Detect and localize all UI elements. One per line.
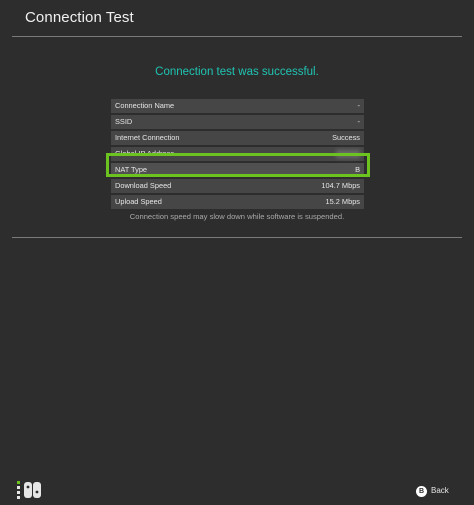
info-row-nat-type: NAT Type B <box>111 163 364 177</box>
info-row-internet-connection: Internet Connection Success <box>111 131 364 145</box>
page-title: Connection Test <box>25 9 134 26</box>
row-label: Download Speed <box>115 181 172 190</box>
joycon-controller-icon <box>17 480 43 500</box>
row-label: Global IP Address <box>115 149 175 158</box>
row-label: Upload Speed <box>115 197 162 206</box>
row-label: Connection Name <box>115 101 175 110</box>
back-button[interactable]: B Back <box>416 484 449 498</box>
row-label: NAT Type <box>115 165 148 174</box>
row-value: B <box>355 165 360 174</box>
info-row-upload-speed: Upload Speed 15.2 Mbps <box>111 195 364 209</box>
b-button-icon: B <box>416 485 427 497</box>
row-value: Success <box>332 133 360 142</box>
row-label: Internet Connection <box>115 133 180 142</box>
success-message: Connection test was successful. <box>155 66 319 78</box>
suspend-footnote: Connection speed may slow down while sof… <box>129 212 345 221</box>
row-value: - <box>357 101 360 110</box>
row-value-redacted <box>336 147 360 161</box>
row-label: SSID <box>115 117 133 126</box>
footer-bar: B Back <box>0 238 474 499</box>
joycon-controller-icon <box>17 481 41 499</box>
info-row-global-ip: Global IP Address <box>111 147 364 161</box>
info-row-connection-name: Connection Name - <box>111 99 364 113</box>
row-value: 15.2 Mbps <box>325 197 360 206</box>
connection-info-table: Connection Name - SSID - Internet Connec… <box>111 99 364 211</box>
back-label: Back <box>431 486 449 495</box>
row-value: 104.7 Mbps <box>321 181 360 190</box>
info-row-download-speed: Download Speed 104.7 Mbps <box>111 179 364 193</box>
row-value: - <box>357 117 360 126</box>
header-bar: Connection Test <box>0 0 474 36</box>
header-divider <box>12 36 462 37</box>
redacted-ip-blur <box>336 150 360 159</box>
info-row-ssid: SSID - <box>111 115 364 129</box>
